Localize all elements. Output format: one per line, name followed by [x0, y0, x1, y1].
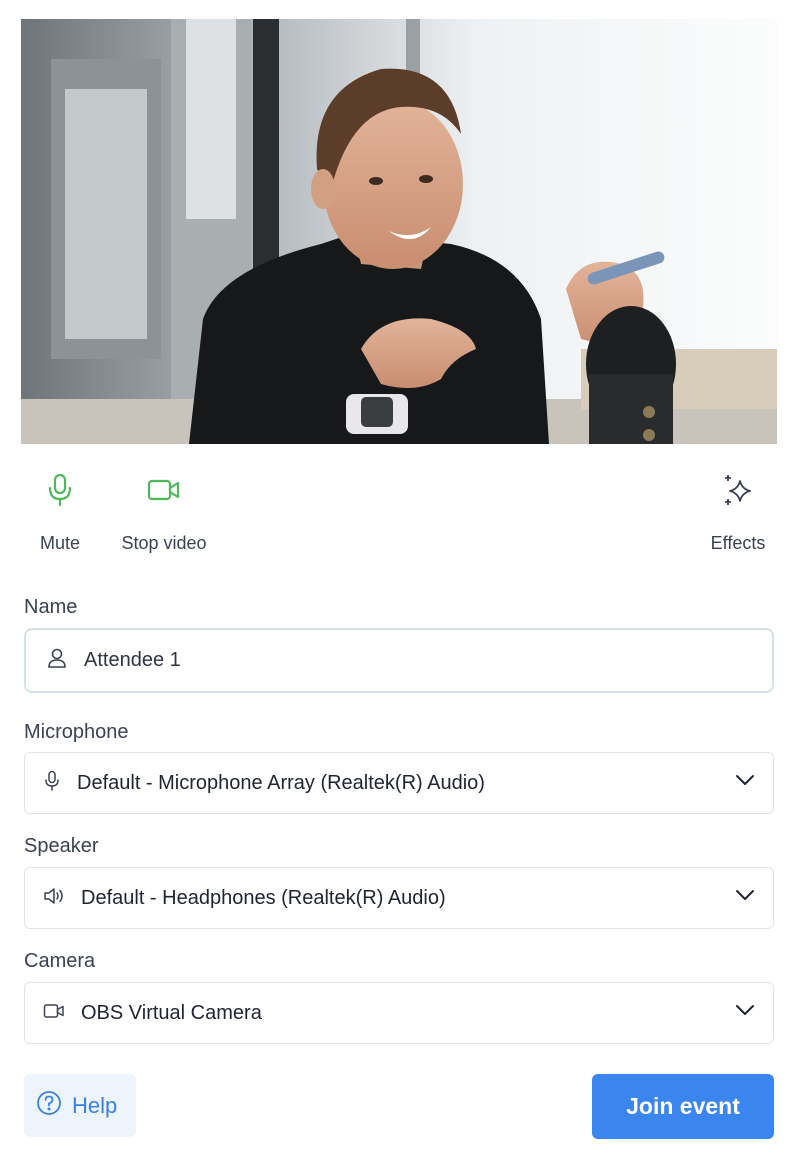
name-label: Name [24, 596, 78, 618]
video-camera-icon [147, 458, 181, 522]
microphone-icon [47, 458, 73, 522]
speaker-value: Default - Headphones (Realtek(R) Audio) [81, 886, 446, 909]
mute-button[interactable]: Mute [20, 458, 100, 554]
help-label: Help [72, 1092, 118, 1118]
user-icon [46, 647, 68, 674]
media-controls: Mute Stop video Effects [0, 458, 791, 568]
effects-label: Effects [710, 533, 766, 553]
speaker-select[interactable]: Default - Headphones (Realtek(R) Audio) [24, 867, 774, 929]
sparkles-icon [721, 458, 755, 522]
chevron-down-icon [735, 1003, 755, 1021]
speaker-label: Speaker [24, 835, 99, 857]
camera-icon [43, 1003, 65, 1024]
microphone-icon [43, 770, 61, 797]
join-event-label: Join event [626, 1093, 740, 1119]
question-circle-icon [36, 1090, 62, 1121]
chevron-down-icon [735, 773, 755, 791]
name-input[interactable] [84, 649, 684, 672]
help-button[interactable]: Help [24, 1074, 136, 1137]
effects-button[interactable]: Effects [700, 458, 776, 554]
mute-label: Mute [39, 533, 81, 553]
microphone-label: Microphone [24, 721, 129, 743]
speaker-icon [43, 887, 65, 910]
name-field[interactable] [24, 628, 774, 693]
camera-label: Camera [24, 950, 96, 972]
microphone-value: Default - Microphone Array (Realtek(R) A… [77, 771, 485, 794]
camera-select[interactable]: OBS Virtual Camera [24, 982, 774, 1044]
stop-video-label: Stop video [121, 533, 207, 553]
microphone-select[interactable]: Default - Microphone Array (Realtek(R) A… [24, 752, 774, 814]
camera-value: OBS Virtual Camera [81, 1001, 262, 1024]
join-event-button[interactable]: Join event [592, 1074, 774, 1139]
stop-video-button[interactable]: Stop video [112, 458, 216, 554]
camera-preview-image [21, 19, 777, 444]
chevron-down-icon [735, 888, 755, 906]
video-preview [21, 19, 777, 444]
